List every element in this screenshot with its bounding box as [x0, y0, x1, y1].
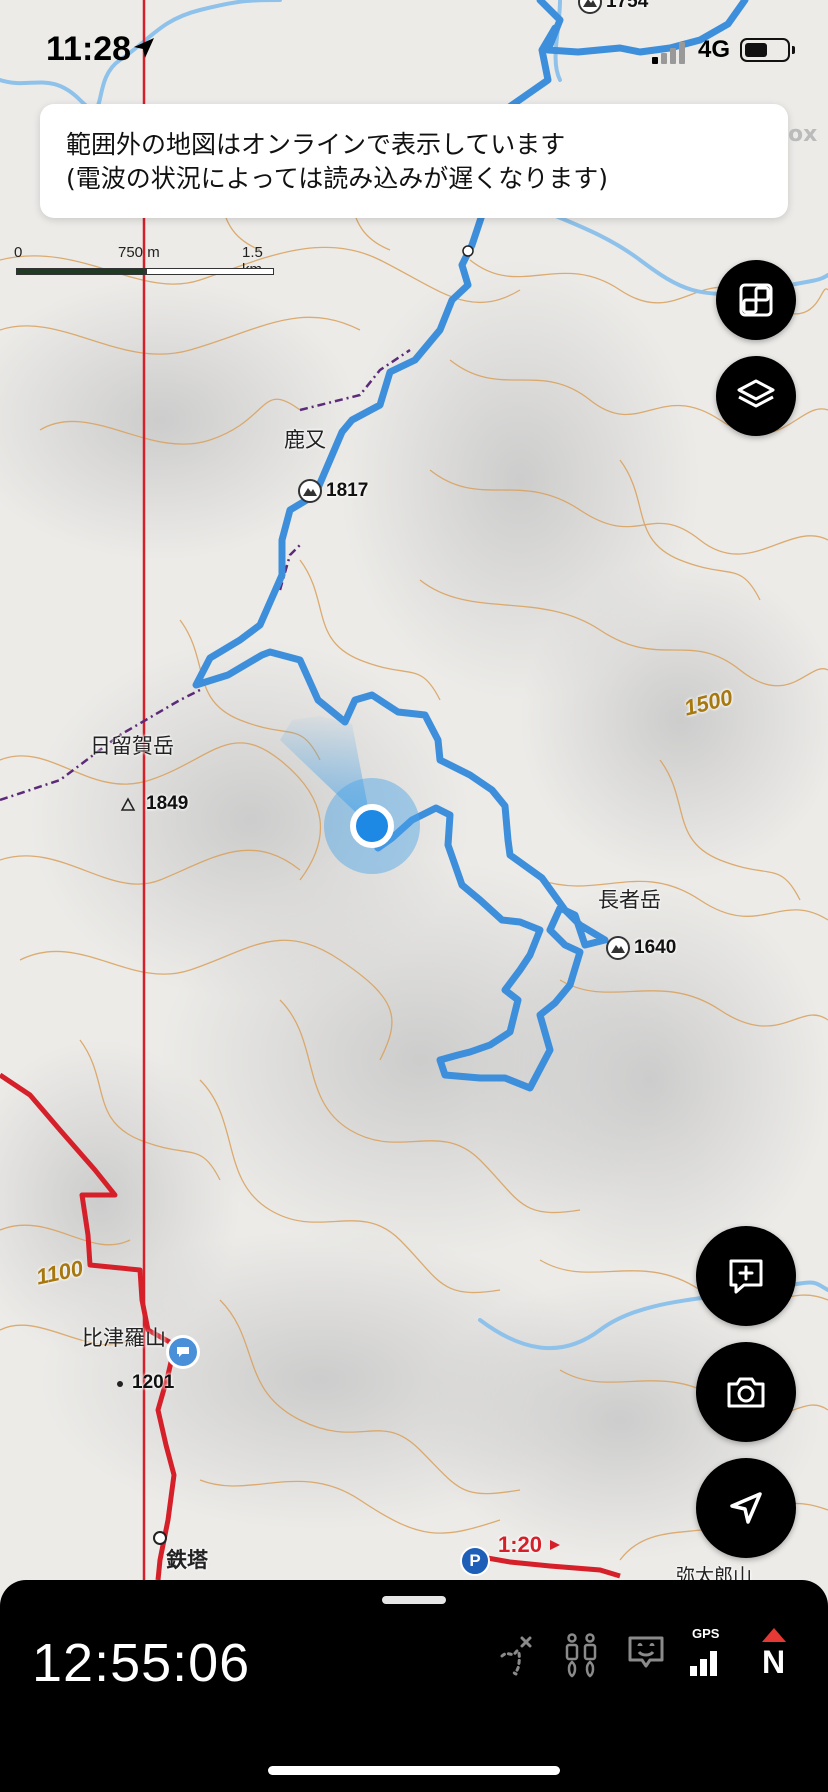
peak-elevation: 1817: [326, 480, 369, 501]
peak-elevation: 1201: [132, 1372, 175, 1393]
spot-1201: [117, 1381, 123, 1387]
scale-bar: 0 750 m 1.5 km: [14, 244, 274, 280]
layers-button[interactable]: [716, 356, 796, 436]
elapsed-time: 12:55:06: [32, 1633, 251, 1693]
camera-button[interactable]: [696, 1342, 796, 1442]
triangle-right-icon: [550, 1540, 561, 1550]
home-indicator: [268, 1766, 560, 1775]
label-chouja: 長者岳: [598, 888, 661, 912]
parking-icon[interactable]: P: [460, 1546, 490, 1576]
route-time-label: 1:20: [498, 1532, 562, 1558]
status-time: 11:28: [46, 30, 132, 68]
group-members-icon[interactable]: [562, 1632, 602, 1678]
mountain-icon: [298, 479, 322, 503]
current-location-dot[interactable]: [350, 804, 394, 848]
peak-1640[interactable]: 1640: [606, 936, 676, 960]
camera-icon: [727, 1377, 765, 1408]
label-hitsura: 比津羅山: [82, 1326, 166, 1350]
peak-1201[interactable]: 1201: [132, 1372, 174, 1394]
mountain-icon: [606, 936, 630, 960]
label-kamata: 鹿又: [284, 428, 326, 452]
bottom-panel[interactable]: 12:55:06 GPS N: [0, 1580, 828, 1792]
status-message-icon[interactable]: [626, 1632, 666, 1674]
tower-point: [153, 1531, 167, 1545]
gps-signal-icon: [690, 1651, 717, 1676]
north-label: N: [762, 1644, 786, 1680]
expand-frame-icon: [739, 283, 773, 317]
scale-label-750m: 750 m: [118, 244, 160, 261]
label-tetto: 鉄塔: [166, 1548, 208, 1572]
status-bar: 11:28 4G: [0, 0, 828, 100]
peak-1817[interactable]: 1817: [298, 479, 368, 503]
layers-icon: [737, 379, 775, 408]
current-location-button[interactable]: [696, 1458, 796, 1558]
peak-elevation: 1640: [634, 937, 677, 958]
route-off-icon[interactable]: [496, 1632, 536, 1676]
notice-line-2: (電波の状況によっては読み込みが遅くなります): [66, 164, 609, 193]
add-comment-icon: [729, 1259, 763, 1294]
network-type: 4G: [698, 36, 731, 63]
north-arrow-icon: [762, 1628, 786, 1642]
peak-1849[interactable]: 1849: [146, 793, 188, 815]
label-hidome: 日留賀岳: [90, 734, 174, 758]
offline-map-notice[interactable]: 範囲外の地図はオンラインで表示しています (電波の状況によっては読み込みが遅くな…: [40, 104, 788, 218]
scale-label-0: 0: [14, 244, 23, 261]
navigation-arrow-icon: [730, 1492, 762, 1524]
map-attribution[interactable]: ox: [788, 122, 817, 147]
add-note-button[interactable]: [696, 1226, 796, 1326]
small-trail-point: [462, 245, 474, 257]
drag-handle[interactable]: [382, 1596, 446, 1604]
comment-pin-icon[interactable]: [166, 1335, 200, 1369]
cellular-signal-icon: [652, 42, 685, 64]
location-services-icon: [134, 38, 154, 58]
notice-line-1: 範囲外の地図はオンラインで表示しています: [66, 130, 566, 159]
gps-label: GPS: [692, 1626, 720, 1641]
battery-icon: [740, 38, 795, 62]
fit-map-button[interactable]: [716, 260, 796, 340]
peak-elevation: 1849: [146, 793, 189, 814]
compass-north[interactable]: N: [758, 1626, 790, 1686]
